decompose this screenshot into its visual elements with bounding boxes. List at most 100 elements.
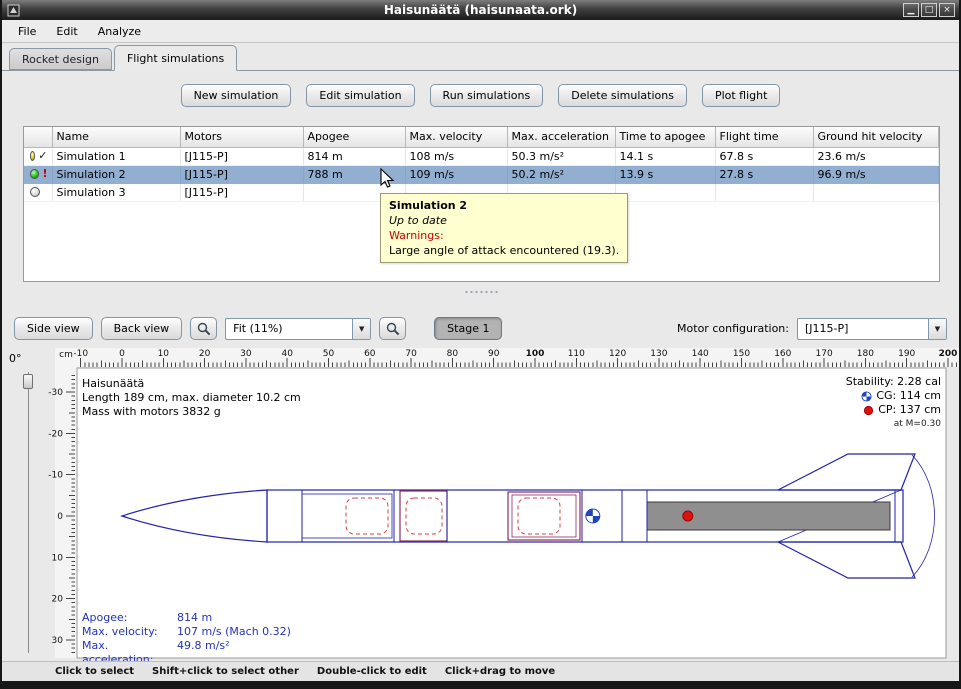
status-ball-icon <box>30 169 39 179</box>
stability-info: Stability: 2.28 cal CG: 114 cm CP: 137 c… <box>846 375 941 431</box>
rotation-slider[interactable] <box>23 372 34 653</box>
tab-bar: Rocket design Flight simulations <box>2 44 959 71</box>
menu-item-analyze[interactable]: Analyze <box>88 22 151 41</box>
run-simulations-button[interactable]: Run simulations <box>430 84 544 107</box>
window-title: Haisunäätä (haisunaata.ork) <box>2 3 959 17</box>
cg-marker <box>586 509 600 523</box>
minimize-button[interactable]: ▁ <box>903 3 919 17</box>
rocket-info: Haisunäätä Length 189 cm, max. diameter … <box>82 377 301 419</box>
stability-value: Stability: 2.28 cal <box>846 375 941 389</box>
ruler-label: 70 <box>405 349 417 359</box>
column-header-flight-time[interactable]: Flight time <box>715 127 813 147</box>
slider-handle[interactable] <box>23 374 33 389</box>
magnifier-icon <box>386 322 400 336</box>
status-ball-icon <box>30 187 40 197</box>
apogee-label: Apogee: <box>82 611 177 625</box>
column-header-apogee[interactable]: Apogee <box>303 127 405 147</box>
table-header-row: NameMotorsApogeeMax. velocityMax. accele… <box>24 127 939 147</box>
slider-track <box>28 372 29 653</box>
side-view-button[interactable]: Side view <box>14 317 93 340</box>
rocket-view-area: cm -100102030405060708090100110120130140… <box>2 348 959 661</box>
delete-simulations-button[interactable]: Delete simulations <box>558 84 687 107</box>
apogee-value: 814 m <box>177 611 291 625</box>
zoom-fit-button[interactable] <box>379 317 406 340</box>
ruler-label: 170 <box>816 349 833 359</box>
menu-item-edit[interactable]: Edit <box>46 22 87 41</box>
cp-marker <box>683 511 693 521</box>
ruler-label: 10 <box>52 553 64 563</box>
status-ball-icon <box>30 151 35 161</box>
ruler-label: 180 <box>857 349 874 359</box>
column-header-max-velocity[interactable]: Max. velocity <box>405 127 507 147</box>
column-header-name[interactable]: Name <box>52 127 180 147</box>
status-bar: Click to selectShift+click to select oth… <box>2 661 959 681</box>
ruler-label: -20 <box>48 429 63 439</box>
tooltip-warning-text: Large angle of attack encountered (19.3)… <box>389 243 619 258</box>
status-hint: Click+drag to move <box>445 666 555 677</box>
column-header-motors[interactable]: Motors <box>180 127 303 147</box>
cell-motors: [J115-P] <box>180 147 303 165</box>
mouse-cursor <box>377 168 397 188</box>
cell-time-to-apogee <box>615 183 715 201</box>
simulation-row[interactable]: ✓Simulation 1[J115-P]814 m108 m/s50.3 m/… <box>24 147 939 165</box>
column-header-time-to-apogee[interactable]: Time to apogee <box>615 127 715 147</box>
ruler-label: 110 <box>568 349 585 359</box>
cell-name: Simulation 1 <box>52 147 180 165</box>
tab-rocket-design[interactable]: Rocket design <box>9 48 112 70</box>
cell-ground-hit-velocity <box>813 183 939 201</box>
zoom-in-button[interactable] <box>190 317 217 340</box>
status-mark-icon: ✓ <box>38 151 47 161</box>
status-cell: ✓ <box>24 147 52 165</box>
cell-time-to-apogee: 13.9 s <box>615 165 715 183</box>
tooltip-title: Simulation 2 <box>389 198 619 213</box>
close-button[interactable]: × <box>939 3 955 17</box>
stage-1-toggle[interactable]: Stage 1 <box>434 317 502 340</box>
cell-max-velocity: 109 m/s <box>405 165 507 183</box>
ruler-label: 20 <box>52 595 64 605</box>
max-velocity-label: Max. velocity: <box>82 625 177 639</box>
view-controls-bar: Side view Back view Fit (11%) ▼ Stage 1 … <box>2 315 959 342</box>
ruler-label: 190 <box>898 349 915 359</box>
ruler-label: 100 <box>526 349 545 359</box>
cell-ground-hit-velocity: 23.6 m/s <box>813 147 939 165</box>
title-bar[interactable]: Haisunäätä (haisunaata.ork) ▁ □ × <box>2 0 959 20</box>
motor-configuration-select[interactable]: [J115-P] ▼ <box>797 318 947 340</box>
chevron-down-icon[interactable]: ▼ <box>928 319 946 339</box>
plot-flight-button[interactable]: Plot flight <box>702 84 780 107</box>
cell-name: Simulation 2 <box>52 165 180 183</box>
mach-condition: at M=0.30 <box>846 417 941 431</box>
cell-ground-hit-velocity: 96.9 m/s <box>813 165 939 183</box>
rocket-mass: Mass with motors 3832 g <box>82 405 301 419</box>
tab-flight-simulations[interactable]: Flight simulations <box>114 45 237 71</box>
edit-simulation-button[interactable]: Edit simulation <box>306 84 414 107</box>
cg-value: CG: 114 cm <box>876 389 941 403</box>
simulation-toolbar: New simulation Edit simulation Run simulat… <box>2 84 959 107</box>
ruler-label: 0 <box>57 512 63 522</box>
cell-max-velocity: 108 m/s <box>405 147 507 165</box>
column-header-status[interactable] <box>24 127 52 147</box>
maximize-button[interactable]: □ <box>921 3 937 17</box>
back-view-button[interactable]: Back view <box>101 317 183 340</box>
window-icon <box>7 4 20 17</box>
rocket-dimensions: Length 189 cm, max. diameter 10.2 cm <box>82 391 301 405</box>
ruler-label: 0 <box>119 349 125 359</box>
ruler-label: 130 <box>650 349 667 359</box>
status-hint: Click to select <box>55 666 134 677</box>
new-simulation-button[interactable]: New simulation <box>181 84 292 107</box>
menu-item-file[interactable]: File <box>8 22 46 41</box>
column-header-max-acceleration[interactable]: Max. acceleration <box>507 127 615 147</box>
zoom-level-select[interactable]: Fit (11%) ▼ <box>225 318 371 340</box>
status-hint: Double-click to edit <box>317 666 427 677</box>
cell-flight-time <box>715 183 813 201</box>
column-header-ground-hit-velocity[interactable]: Ground hit velocity <box>813 127 939 147</box>
split-pane-divider[interactable] <box>2 286 959 298</box>
rotation-angle-label: 0° <box>9 352 22 365</box>
rocket-name: Haisunäätä <box>82 377 301 391</box>
simulation-row[interactable]: !Simulation 2[J115-P]788 m109 m/s50.2 m/… <box>24 165 939 183</box>
cell-max-acceleration: 50.3 m/s² <box>507 147 615 165</box>
magnifier-icon <box>197 322 211 336</box>
ruler-label: 40 <box>281 349 293 359</box>
ruler-unit-label: cm <box>59 350 73 360</box>
cp-icon <box>863 405 874 416</box>
chevron-down-icon[interactable]: ▼ <box>352 319 370 339</box>
